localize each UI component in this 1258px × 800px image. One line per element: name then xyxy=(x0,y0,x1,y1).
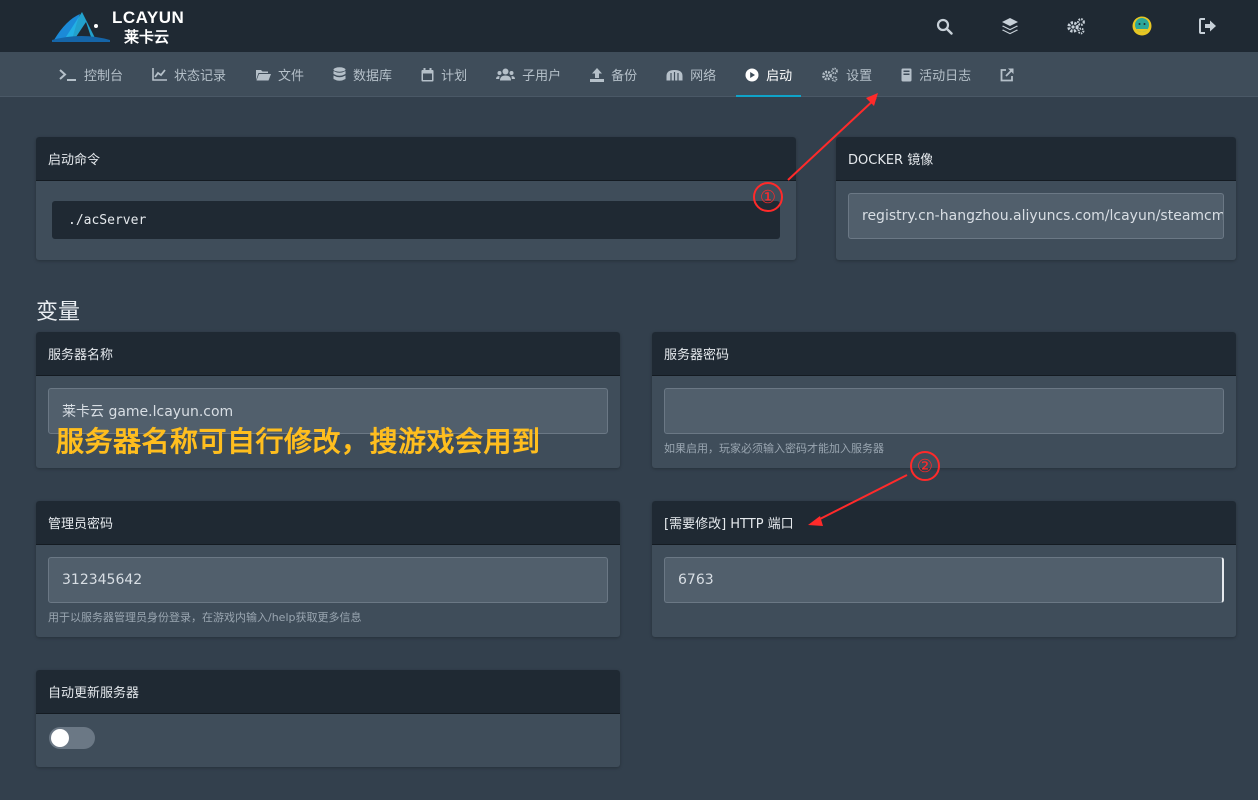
network-icon xyxy=(666,69,683,80)
startup-command-card: 启动命令 ./acServer xyxy=(36,137,796,260)
cogs-icon[interactable] xyxy=(1066,16,1086,36)
brand-logo[interactable]: LCAYUN 莱卡云 xyxy=(52,6,187,46)
brand-name-en: LCAYUN xyxy=(112,8,185,27)
card-title: 自动更新服务器 xyxy=(36,670,620,714)
external-link-icon xyxy=(1000,67,1014,81)
tab-external-link[interactable] xyxy=(991,52,1030,97)
tab-label: 文件 xyxy=(278,69,305,84)
cogs-icon xyxy=(822,67,838,82)
startup-command-display: ./acServer xyxy=(52,201,780,239)
tab-label: 数据库 xyxy=(353,69,393,84)
http-port-card: [需要修改] HTTP 端口 6763 xyxy=(652,501,1236,637)
annotation-note: 服务器名称可自行修改，搜游戏会用到 xyxy=(56,425,541,458)
server-nav-bar: 控制台 状态记录 文件 数据库 计划 子用户 备份 网络 启动 设置 活动日志 xyxy=(0,52,1258,97)
users-icon xyxy=(496,68,516,81)
tab-label: 活动日志 xyxy=(919,69,972,84)
card-title: 服务器密码 xyxy=(652,332,1236,376)
folder-open-icon xyxy=(256,69,272,80)
play-circle-icon xyxy=(745,68,759,81)
docker-image-field[interactable]: registry.cn-hangzhou.aliyuncs.com/lcayun… xyxy=(848,193,1224,239)
logo-mark-icon xyxy=(52,12,110,42)
tab-label: 计划 xyxy=(441,69,468,84)
tab-label: 设置 xyxy=(846,69,873,84)
server-password-help: 如果启用，玩家必须输入密码才能加入服务器 xyxy=(664,442,884,455)
tab-subusers[interactable]: 子用户 xyxy=(487,52,570,97)
card-title: 启动命令 xyxy=(36,137,796,181)
toggle-knob xyxy=(51,729,69,747)
calendar-icon xyxy=(421,67,434,81)
auto-update-toggle[interactable] xyxy=(49,727,95,749)
search-icon[interactable] xyxy=(934,16,954,36)
tab-activity-log[interactable]: 活动日志 xyxy=(892,52,980,97)
tab-settings[interactable]: 设置 xyxy=(812,52,881,97)
admin-password-input[interactable]: 312345642 xyxy=(48,557,608,603)
upload-icon xyxy=(590,67,605,82)
tab-console[interactable]: 控制台 xyxy=(50,52,132,97)
card-title: 服务器名称 xyxy=(36,332,620,376)
avatar-icon[interactable] xyxy=(1132,16,1152,36)
top-bar: LCAYUN 莱卡云 xyxy=(0,0,1258,52)
card-title: 管理员密码 xyxy=(36,501,620,545)
tab-startup[interactable]: 启动 xyxy=(736,52,802,97)
tab-label: 子用户 xyxy=(522,69,562,84)
admin-password-help: 用于以服务器管理员身份登录，在游戏内输入/help获取更多信息 xyxy=(48,611,362,624)
sign-out-icon[interactable] xyxy=(1198,16,1218,36)
tab-schedules[interactable]: 计划 xyxy=(412,52,476,97)
tab-stats[interactable]: 状态记录 xyxy=(143,52,235,97)
database-icon xyxy=(333,67,346,81)
card-title: [需要修改] HTTP 端口 xyxy=(652,501,1236,545)
tab-label: 备份 xyxy=(611,69,638,84)
server-password-card: 服务器密码 如果启用，玩家必须输入密码才能加入服务器 xyxy=(652,332,1236,468)
annotation-marker-1: ① xyxy=(753,182,783,212)
tab-network[interactable]: 网络 xyxy=(657,52,725,97)
card-title: DOCKER 镜像 xyxy=(836,137,1236,181)
annotation-marker-2: ② xyxy=(910,451,940,481)
http-port-input[interactable]: 6763 xyxy=(664,557,1224,603)
tab-backups[interactable]: 备份 xyxy=(581,52,646,97)
server-password-input[interactable] xyxy=(664,388,1224,434)
brand-name-cn: 莱卡云 xyxy=(124,28,170,46)
admin-password-card: 管理员密码 312345642 用于以服务器管理员身份登录，在游戏内输入/hel… xyxy=(36,501,620,637)
auto-update-card: 自动更新服务器 xyxy=(36,670,620,767)
tab-label: 启动 xyxy=(766,69,793,84)
tab-label: 网络 xyxy=(690,69,717,84)
chart-line-icon xyxy=(152,68,168,81)
tab-label: 控制台 xyxy=(84,69,124,84)
tab-databases[interactable]: 数据库 xyxy=(324,52,401,97)
tab-files[interactable]: 文件 xyxy=(246,52,313,97)
layers-icon[interactable] xyxy=(1000,16,1020,36)
book-icon xyxy=(901,68,912,81)
docker-image-card: DOCKER 镜像 registry.cn-hangzhou.aliyuncs.… xyxy=(836,137,1236,260)
variables-heading: 变量 xyxy=(36,300,81,325)
terminal-icon xyxy=(59,68,76,81)
tab-label: 状态记录 xyxy=(174,69,227,84)
